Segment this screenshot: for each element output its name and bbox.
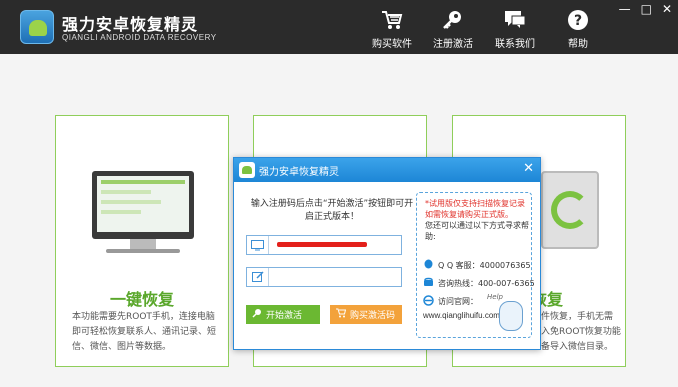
dialog-title: 强力安卓恢复精灵 <box>259 167 339 178</box>
cart-icon <box>336 308 347 321</box>
phone-refresh-icon <box>541 171 599 249</box>
cart-icon <box>380 8 404 32</box>
website-contact: 访问官网： <box>423 295 478 308</box>
android-logo-icon <box>20 10 54 44</box>
qq-contact: Q Q 客服：4000076365 <box>423 259 531 272</box>
nav-register-activate[interactable]: 注册激活 <box>423 8 483 50</box>
card-description: 本功能需要先ROOT手机，连接电脑即可轻松恢复联系人、通讯记录、短信、微信、图片… <box>72 312 217 352</box>
ie-icon <box>423 295 434 308</box>
nav-label: 帮助 <box>568 39 588 50</box>
app-subtitle: QIANGLI ANDROID DATA RECOVERY <box>62 33 217 42</box>
website-link[interactable]: www.qianglihuifu.com <box>423 311 500 320</box>
email-field[interactable] <box>246 267 402 287</box>
monitor-base <box>106 249 180 253</box>
nav-label: 购买软件 <box>372 39 412 50</box>
app-header: 强力安卓恢复精灵 QIANGLI ANDROID DATA RECOVERY 购… <box>0 0 678 54</box>
window-controls: — □ ✕ <box>619 2 672 16</box>
nav-contact-us[interactable]: 联系我们 <box>485 8 545 50</box>
monitor-icon <box>247 236 269 254</box>
nav-buy-software[interactable]: 购买软件 <box>362 8 422 50</box>
chat-icon <box>503 8 527 32</box>
card-description: 件恢复，手机无需入免ROOT恢复功能备导入微信目录。 <box>541 312 621 352</box>
mascot-icon <box>499 301 523 331</box>
dialog-titlebar: 强力安卓恢复精灵 ✕ <box>234 158 540 182</box>
registration-code-field[interactable] <box>246 235 402 255</box>
maximize-button[interactable]: □ <box>641 2 652 16</box>
button-label: 购买激活码 <box>350 311 396 321</box>
close-button[interactable]: ✕ <box>662 2 672 16</box>
activation-dialog: 强力安卓恢复精灵 ✕ 输入注册码后点击“开始激活”按钮即可开启正式版本！ 开始激… <box>233 157 541 350</box>
start-activation-button[interactable]: 开始激活 <box>246 305 320 324</box>
monitor-stand <box>130 239 156 249</box>
registration-code-input[interactable] <box>271 237 399 253</box>
card-title: 一键恢复 <box>109 290 174 309</box>
app-title: 强力安卓恢复精灵 <box>62 15 199 34</box>
android-logo-icon <box>239 162 255 178</box>
help-bubble: Help <box>487 293 503 301</box>
button-label: 开始激活 <box>266 311 303 321</box>
email-input[interactable] <box>271 269 399 285</box>
key-icon <box>441 8 465 32</box>
help-info-panel: *试用版仅支持扫描恢复记录如需恢复请购买正式版。 您还可以通过以下方式寻求帮助:… <box>416 192 535 338</box>
nav-label: 联系我们 <box>495 39 535 50</box>
trial-note: *试用版仅支持扫描恢复记录如需恢复请购买正式版。 <box>425 199 525 219</box>
edit-icon <box>247 268 269 286</box>
monitor-icon <box>92 171 194 239</box>
key-icon <box>252 308 262 321</box>
activation-instruction: 输入注册码后点击“开始激活”按钮即可开启正式版本！ <box>250 199 414 222</box>
phone-contact: 咨询热线：400-007-6365 <box>423 277 535 290</box>
question-icon: ? <box>566 8 590 32</box>
nav-help[interactable]: ? 帮助 <box>548 8 608 50</box>
nav-label: 注册激活 <box>433 39 473 50</box>
minimize-button[interactable]: — <box>619 2 631 16</box>
buy-code-button[interactable]: 购买激活码 <box>330 305 402 324</box>
svg-text:?: ? <box>574 13 582 29</box>
qq-icon <box>423 259 434 272</box>
phone-icon <box>423 277 434 290</box>
dialog-close-button[interactable]: ✕ <box>523 161 534 176</box>
feature-card-one-click-recovery[interactable]: 一键恢复 本功能需要先ROOT手机，连接电脑即可轻松恢复联系人、通讯记录、短信、… <box>55 115 229 367</box>
help-note: 您还可以通过以下方式寻求帮助: <box>425 221 529 241</box>
